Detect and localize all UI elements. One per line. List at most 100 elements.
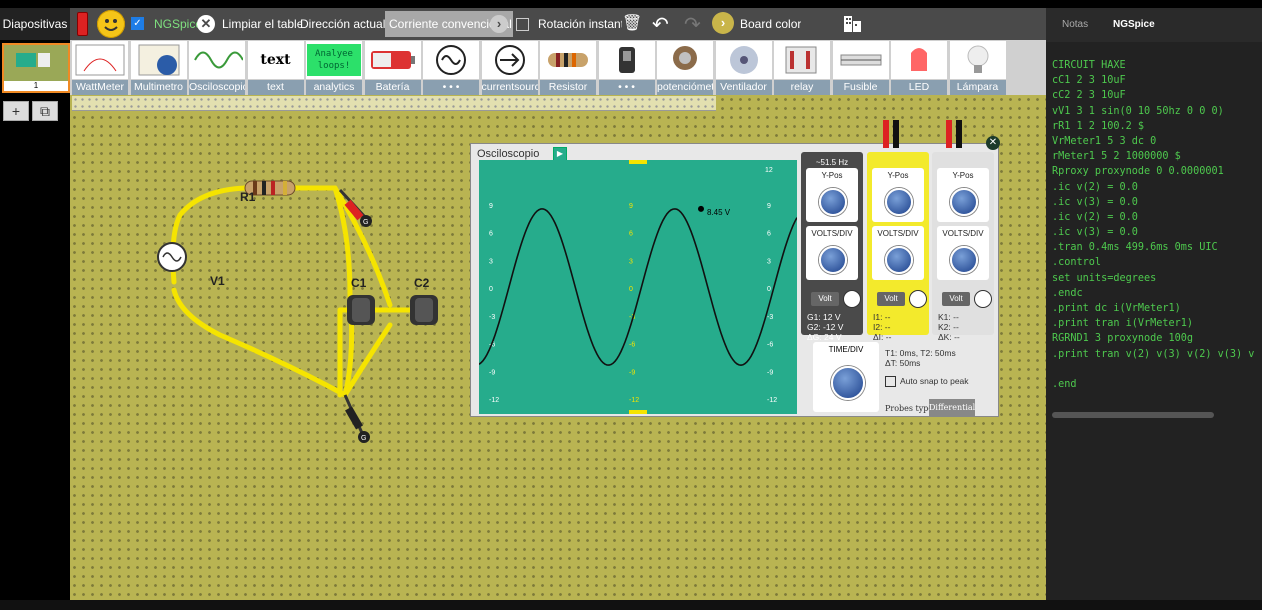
ypos-knob[interactable] xyxy=(885,188,913,216)
code-scrollbar[interactable] xyxy=(1052,412,1214,418)
copy-slide-button[interactable]: ⧉ xyxy=(32,101,58,121)
component-led[interactable]: LED xyxy=(889,40,947,95)
tab-notes[interactable]: Notas xyxy=(1062,19,1088,30)
slide-number: 1 xyxy=(4,81,68,91)
channel-ch2[interactable]: Y-Pos VOLTS/DIV Volt I1: -- I2: -- ΔI: -- xyxy=(867,152,929,342)
smiley-icon[interactable] xyxy=(97,10,125,38)
component-fuse[interactable]: Fusible xyxy=(831,40,889,95)
component-fan[interactable]: Ventilador xyxy=(714,40,772,95)
time-div-label: TIME/DIV xyxy=(828,345,864,354)
code-line: .ic v(3) = 0.0 xyxy=(1052,227,1138,239)
component-label: Multimetro xyxy=(130,80,187,95)
board-color-button[interactable]: Board color xyxy=(740,8,801,40)
close-scope-icon[interactable]: ✕ xyxy=(986,136,1000,150)
volt-button[interactable]: Volt xyxy=(942,292,970,306)
oscilloscope-icon xyxy=(189,41,245,79)
close-icon[interactable]: ✕ xyxy=(197,15,215,33)
redo-icon[interactable]: ↷ xyxy=(684,12,701,37)
channel-toggle-icon[interactable] xyxy=(974,290,992,308)
component-battery[interactable]: Batería xyxy=(363,40,421,95)
channel-toggle-icon[interactable] xyxy=(909,290,927,308)
volt-button[interactable]: Volt xyxy=(877,292,905,306)
netlist-code[interactable]: CIRCUIT HAXE cC1 2 3 10uF cC2 2 3 10uF vV1 … xyxy=(1052,58,1254,392)
code-line: .control xyxy=(1052,257,1102,269)
code-line: .end xyxy=(1052,378,1077,390)
r1-label: R1 xyxy=(240,190,256,204)
volts-div-control[interactable]: VOLTS/DIV xyxy=(806,226,858,280)
component-relay[interactable]: relay xyxy=(772,40,830,95)
oscilloscope-screen[interactable]: 9 9 9 6 6 6 3 3 3 0 0 0 -3 -3 -3 -6 -6 -6 -9 -9 -9 -12 -12 -12 1… xyxy=(478,160,798,414)
component-text[interactable]: text text xyxy=(246,40,304,95)
wires[interactable] xyxy=(170,185,413,398)
volts-div-knob[interactable] xyxy=(950,246,978,274)
taskbar xyxy=(0,600,1262,610)
slide-thumbnail[interactable]: 1 xyxy=(2,43,70,93)
component-label: relay xyxy=(774,80,830,95)
ac-source-v1[interactable] xyxy=(157,242,187,272)
component-wattmeter[interactable]: WattMeter xyxy=(70,40,128,95)
volts-div-knob[interactable] xyxy=(885,246,913,274)
time-div-knob[interactable] xyxy=(831,366,865,400)
probes-type-select[interactable]: Differential xyxy=(929,399,975,416)
component-multimeter[interactable]: Multimetro xyxy=(129,40,187,95)
channel-ch1[interactable]: ~51.5 Hz Y-Pos VOLTS/DIV Volt G1: 12 V G2: -1… xyxy=(801,152,863,342)
auto-snap-row[interactable]: Auto snap to peak xyxy=(885,376,969,388)
volts-div-knob[interactable] xyxy=(819,246,847,274)
time-div-control[interactable]: TIME/DIV xyxy=(813,342,879,412)
component-analytics[interactable]: Analyee loops! analytics xyxy=(304,40,362,95)
undo-icon[interactable]: ↶ xyxy=(652,12,669,37)
component-ac-source[interactable]: • • • xyxy=(421,40,479,95)
analytics-icon: Analyee loops! xyxy=(306,41,362,79)
y-tick-label: 0 xyxy=(489,286,493,293)
oscilloscope-play-icon[interactable]: ▶ xyxy=(553,147,567,161)
capacitor-c1[interactable] xyxy=(347,295,375,325)
ypos-control[interactable]: Y-Pos xyxy=(937,168,989,222)
circuit-diagram[interactable]: R1 V1 C1 C2 G G xyxy=(70,95,470,455)
ngspice-checkbox[interactable]: ✓ xyxy=(131,17,144,30)
auto-snap-checkbox[interactable] xyxy=(885,376,896,388)
board-color-icon[interactable]: › xyxy=(712,12,734,34)
ypos-label: Y-Pos xyxy=(821,171,843,180)
code-panel: Notas NGSpice CIRCUIT HAXE cC1 2 3 10uF cC… xyxy=(1046,8,1262,608)
rotation-label: Rotación instantánea xyxy=(538,17,622,31)
component-lamp[interactable]: Lámpara xyxy=(948,40,1006,95)
component-current-source[interactable]: currentsource xyxy=(480,40,538,95)
oscilloscope-window[interactable]: Osciloscopio ▶ 9 9 9 6 6 6 3 3 3 0 0 0 -3 -3 -3 -6 -6 -6-… xyxy=(470,143,999,417)
trash-icon[interactable]: 🗑 xyxy=(622,14,642,34)
power-switch-icon[interactable] xyxy=(77,12,88,36)
rotation-checkbox[interactable] xyxy=(516,18,529,31)
cursor-readout: K2: -- xyxy=(938,322,959,332)
ypos-control[interactable]: Y-Pos xyxy=(806,168,858,222)
component-label: Fusible xyxy=(832,80,889,95)
volts-div-control[interactable]: VOLTS/DIV xyxy=(937,226,989,280)
building-icon[interactable] xyxy=(843,13,863,33)
chevron-down-icon[interactable]: › xyxy=(490,15,508,33)
channel-toggle-icon[interactable] xyxy=(843,290,861,308)
add-slide-button[interactable]: + xyxy=(3,101,29,121)
component-label: Ventilador xyxy=(715,80,772,95)
component-switch[interactable]: • • • xyxy=(597,40,655,95)
code-line: .ic v(2) = 0.0 xyxy=(1052,211,1138,223)
y-tick-label: -6 xyxy=(629,342,635,349)
current-source-icon xyxy=(481,41,538,79)
y-tick-label: -9 xyxy=(629,369,635,376)
volts-div-control[interactable]: VOLTS/DIV xyxy=(872,226,924,280)
capacitor-c2[interactable] xyxy=(410,295,438,325)
cursor-marker-bottom[interactable] xyxy=(629,410,647,414)
text-icon: text xyxy=(247,41,304,79)
y-tick-label: -6 xyxy=(767,342,773,349)
channel-ch3[interactable]: Y-Pos VOLTS/DIV Volt K1: -- K2: -- ΔK: -- xyxy=(932,152,994,342)
fuse-icon xyxy=(832,41,889,79)
volt-button[interactable]: Volt xyxy=(811,292,839,306)
component-potentiometer[interactable]: potenciómetro xyxy=(655,40,713,95)
clear-board-button[interactable]: Limpiar el tablero xyxy=(222,8,302,40)
component-resistor[interactable]: Resistor xyxy=(538,40,596,95)
cursor-marker-top[interactable] xyxy=(629,160,647,164)
ypos-control[interactable]: Y-Pos xyxy=(872,168,924,222)
code-line: .endc xyxy=(1052,287,1083,299)
scope-probe-plugs[interactable] xyxy=(878,118,978,154)
component-oscilloscope[interactable]: Osciloscopio xyxy=(187,40,245,95)
ypos-knob[interactable] xyxy=(950,188,978,216)
ypos-knob[interactable] xyxy=(819,188,847,216)
tab-ngspice[interactable]: NGSpice xyxy=(1113,19,1155,30)
